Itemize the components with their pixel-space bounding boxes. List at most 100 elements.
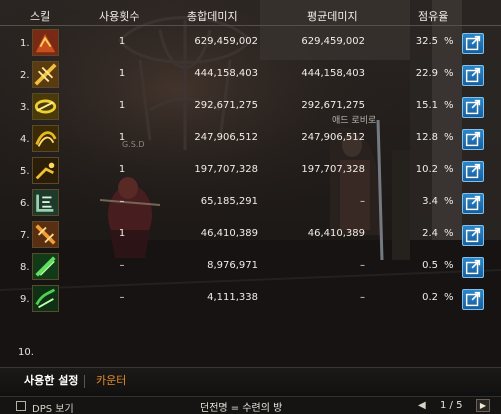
column-header-share: 점유율: [418, 10, 449, 23]
total-damage: 444,158,403: [194, 68, 258, 79]
detail-button[interactable]: [462, 33, 484, 54]
header-divider: [0, 25, 501, 26]
page-indicator: 1 / 5: [440, 400, 463, 411]
skill-icon-5: [32, 157, 59, 184]
skill-icon-1: [32, 29, 59, 56]
skill-icon-7: [32, 221, 59, 248]
uses-count: 1: [118, 228, 126, 239]
table-row: 7. 1 46,410,389 46,410,389 2.4 %: [0, 220, 501, 252]
row-index: 3.: [20, 102, 30, 113]
row-index: 5.: [20, 166, 30, 177]
row-index: 9.: [20, 294, 30, 305]
avg-damage: 197,707,328: [301, 164, 365, 175]
damage-share: 32.5: [415, 36, 438, 47]
uses-count: 1: [118, 132, 126, 143]
damage-share: 0.5: [422, 260, 438, 271]
total-damage: 292,671,275: [194, 100, 258, 111]
table-row: 10.: [0, 337, 501, 369]
avg-damage: 247,906,512: [301, 132, 365, 143]
damage-share: 10.2: [415, 164, 438, 175]
external-link-icon: [465, 99, 481, 115]
skill-icon-2: [32, 61, 59, 88]
damage-share: 12.8: [415, 132, 438, 143]
avg-damage: 292,671,275: [301, 100, 365, 111]
damage-share: 22.9: [415, 68, 438, 79]
table-row: 8. – 8,976,971 – 0.5 %: [0, 252, 501, 284]
footer-bar: DPS 보기 던전명 = 수련의 방 ◀ 1 / 5 ▶: [0, 396, 501, 414]
dps-checkbox-label: DPS 보기: [32, 404, 74, 414]
total-damage: 247,906,512: [194, 132, 258, 143]
uses-count: –: [119, 260, 125, 271]
total-damage: 197,707,328: [194, 164, 258, 175]
external-link-icon: [465, 35, 481, 51]
total-damage: 8,976,971: [207, 260, 258, 271]
column-header-total-damage: 총합데미지: [187, 10, 238, 23]
damage-share: 2.4: [422, 228, 438, 239]
damage-share: 15.1: [415, 100, 438, 111]
total-damage: 46,410,389: [200, 228, 258, 239]
detail-button[interactable]: [462, 257, 484, 278]
percent-sign: %: [444, 260, 454, 271]
external-link-icon: [465, 291, 481, 307]
row-index: 10.: [18, 347, 34, 358]
percent-sign: %: [444, 228, 454, 239]
table-row: 5. 1 197,707,328 197,707,328 10.2 %: [0, 156, 501, 188]
detail-button[interactable]: [462, 289, 484, 310]
tab-used-settings[interactable]: 사용한 설정: [14, 370, 88, 392]
detail-button[interactable]: [462, 65, 484, 86]
table-header: 스킬 사용횟수 총합데미지 평균데미지 점유율: [0, 7, 501, 23]
skill-icon-6: [32, 189, 59, 216]
table-row: 6. – 65,185,291 – 3.4 %: [0, 188, 501, 220]
uses-count: 1: [118, 36, 126, 47]
avg-damage: –: [360, 260, 365, 271]
percent-sign: %: [444, 196, 454, 207]
total-damage: 629,459,002: [194, 36, 258, 47]
row-index: 7.: [20, 230, 30, 241]
prev-page-button[interactable]: ◀: [418, 400, 426, 411]
external-link-icon: [465, 259, 481, 275]
avg-damage: –: [360, 292, 365, 303]
percent-sign: %: [444, 292, 454, 303]
detail-button[interactable]: [462, 161, 484, 182]
uses-count: –: [119, 196, 125, 207]
percent-sign: %: [444, 100, 454, 111]
row-index: 1.: [20, 38, 30, 49]
uses-count: –: [119, 292, 125, 303]
table-row: 4. 1 247,906,512 247,906,512 12.8 %: [0, 124, 501, 156]
dps-checkbox[interactable]: [16, 401, 26, 411]
column-header-uses: 사용횟수: [99, 10, 140, 23]
row-index: 6.: [20, 198, 30, 209]
total-damage: 65,185,291: [200, 196, 258, 207]
percent-sign: %: [444, 68, 454, 79]
column-header-avg-damage: 평균데미지: [307, 10, 358, 23]
skill-icon-8: [32, 253, 59, 280]
percent-sign: %: [444, 36, 454, 47]
table-row: 1. 1 629,459,002 629,459,002 32.5 %: [0, 28, 501, 60]
uses-count: 1: [118, 164, 126, 175]
percent-sign: %: [444, 164, 454, 175]
external-link-icon: [465, 131, 481, 147]
detail-button[interactable]: [462, 225, 484, 246]
damage-share: 3.4: [422, 196, 438, 207]
row-index: 2.: [20, 70, 30, 81]
external-link-icon: [465, 195, 481, 211]
dungeon-name: 던전명 = 수련의 방: [200, 403, 283, 414]
skill-icon-3: [32, 93, 59, 120]
avg-damage: 444,158,403: [301, 68, 365, 79]
next-page-button[interactable]: ▶: [476, 399, 490, 412]
table-row: 9. – 4,111,338 – 0.2 %: [0, 284, 501, 316]
tab-counter[interactable]: 카운터: [96, 370, 126, 392]
detail-button[interactable]: [462, 129, 484, 150]
skill-icon-4: [32, 125, 59, 152]
skill-icon-9: [32, 285, 59, 312]
detail-button[interactable]: [462, 97, 484, 118]
detail-button[interactable]: [462, 193, 484, 214]
table-row: 3. 1 292,671,275 292,671,275 15.1 %: [0, 92, 501, 124]
dps-meter-window: 애드 로비로 G.S.D 스킬 사용횟수 총합데미지 평균데미지 점유율 1. …: [0, 0, 501, 414]
avg-damage: 629,459,002: [301, 36, 365, 47]
column-header-skill: 스킬: [30, 10, 51, 23]
percent-sign: %: [444, 132, 454, 143]
tab-bar: 사용한 설정 카운터: [0, 367, 501, 396]
external-link-icon: [465, 227, 481, 243]
external-link-icon: [465, 163, 481, 179]
